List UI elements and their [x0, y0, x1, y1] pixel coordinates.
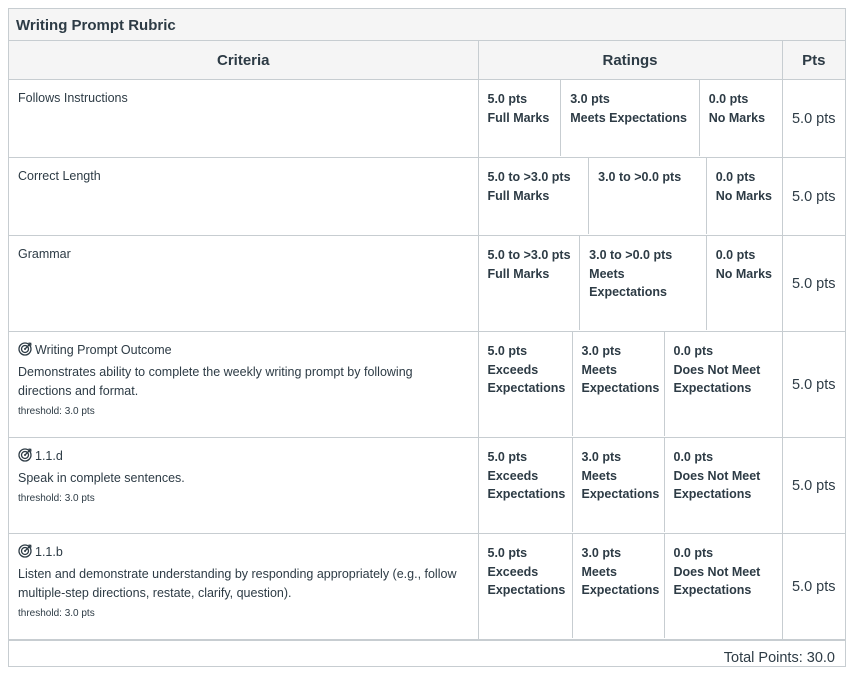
criterion-threshold: threshold: 3.0 pts	[18, 406, 95, 417]
rubric-table: Criteria Ratings Pts Follows Instruction…	[9, 41, 845, 640]
rating-points: 5.0 pts	[487, 450, 528, 464]
criterion-cell: Writing Prompt Outcome Demonstrates abili…	[9, 331, 479, 438]
ratings-header: Ratings	[477, 41, 783, 80]
criterion-row: Writing Prompt Outcome Demonstrates abili…	[9, 331, 845, 438]
rating-description: No Marks	[715, 266, 773, 281]
pts-header: Pts	[781, 41, 845, 80]
rating-points: 5.0 to >3.0 pts	[487, 170, 571, 184]
rating-description: Does Not Meet Expectations	[673, 564, 761, 598]
outcome-target-icon	[18, 544, 32, 564]
criterion-threshold: threshold: 3.0 pts	[18, 608, 95, 619]
rating-points: 0.0 pts	[673, 344, 714, 358]
rating-option[interactable]: 0.0 pts No Marks	[698, 80, 782, 156]
outcome-target-icon	[18, 342, 32, 362]
rating-description: Does Not Meet Expectations	[673, 468, 761, 502]
rating-description: Meets Expectations	[589, 266, 667, 300]
criterion-title: Writing Prompt Outcome	[35, 343, 172, 357]
rating-points: 0.0 pts	[673, 546, 714, 560]
criterion-row: 1.1.d Speak in complete sentences. thresho…	[9, 437, 845, 534]
rating-option[interactable]: 3.0 pts Meets Expectations	[571, 332, 664, 436]
rating-points: 0.0 pts	[673, 450, 714, 464]
rating-option[interactable]: 3.0 to >0.0 pts Meets Expectations	[579, 236, 706, 330]
rating-option[interactable]: 5.0 pts Full Marks	[479, 80, 561, 156]
rating-description: Full Marks	[487, 188, 550, 203]
criterion-threshold: threshold: 3.0 pts	[18, 493, 95, 504]
rating-points: 5.0 to >3.0 pts	[487, 248, 571, 262]
ratings-cell: 5.0 pts Exceeds Expectations 3.0 pts Meets …	[477, 437, 783, 534]
criterion-cell: Follows Instructions	[9, 79, 479, 158]
rating-points: 3.0 to >0.0 pts	[589, 248, 673, 262]
rating-option[interactable]: 5.0 to >3.0 pts Full Marks	[479, 236, 580, 330]
criterion-row: Follows Instructions 5.0 pts Full Marks 3.0…	[9, 79, 845, 158]
rating-points: 3.0 pts	[570, 92, 610, 106]
criterion-title: Follows Instructions	[18, 91, 128, 105]
criterion-cell: 1.1.d Speak in complete sentences. thresho…	[9, 437, 479, 534]
rating-option[interactable]: 0.0 pts No Marks	[705, 158, 782, 234]
rating-description: Exceeds Expectations	[487, 468, 566, 502]
rating-option[interactable]: 3.0 pts Meets Expectations	[571, 438, 664, 532]
rating-description: Meets Expectations	[581, 564, 660, 598]
criterion-description: Speak in complete sentences.	[18, 471, 185, 485]
rating-option[interactable]: 3.0 pts Meets Expectations	[560, 80, 699, 156]
rating-option[interactable]: 5.0 to >3.0 pts Full Marks	[479, 158, 589, 234]
rating-points: 0.0 pts	[715, 248, 756, 262]
ratings-cell: 5.0 pts Exceeds Expectations 3.0 pts Meets …	[477, 533, 783, 640]
rating-option[interactable]: 0.0 pts Does Not Meet Expectations	[663, 438, 782, 532]
rating-option[interactable]: 5.0 pts Exceeds Expectations	[479, 534, 572, 638]
criterion-cell: Grammar	[9, 235, 479, 332]
rating-points: 3.0 pts	[581, 450, 622, 464]
criterion-cell: Correct Length	[9, 157, 479, 236]
criterion-description: Listen and demonstrate understanding by …	[18, 567, 457, 600]
criterion-points: 5.0 pts	[781, 331, 845, 438]
rating-points: 0.0 pts	[708, 92, 749, 106]
criterion-title: 1.1.b	[35, 545, 63, 559]
rating-points: 0.0 pts	[715, 170, 756, 184]
rating-description: Exceeds Expectations	[487, 564, 566, 598]
criterion-points: 5.0 pts	[781, 235, 845, 332]
rating-option[interactable]: 3.0 pts Meets Expectations	[571, 534, 664, 638]
criterion-points: 5.0 pts	[781, 533, 845, 640]
rating-description: Meets Expectations	[581, 362, 660, 396]
criterion-points: 5.0 pts	[781, 79, 845, 158]
rubric-title: Writing Prompt Rubric	[9, 9, 845, 41]
rating-option[interactable]: 3.0 to >0.0 pts	[588, 158, 706, 234]
criterion-row: Correct Length 5.0 to >3.0 pts Full Marks 3…	[9, 157, 845, 236]
criteria-header: Criteria	[9, 41, 479, 80]
rating-option[interactable]: 5.0 pts Exceeds Expectations	[479, 438, 572, 532]
rating-description: Meets Expectations	[581, 468, 660, 502]
rating-points: 3.0 pts	[581, 546, 622, 560]
rating-option[interactable]: 0.0 pts No Marks	[705, 236, 782, 330]
rating-option[interactable]: 0.0 pts Does Not Meet Expectations	[663, 332, 782, 436]
criterion-title: 1.1.d	[35, 449, 63, 463]
rating-description: Full Marks	[487, 266, 550, 281]
rating-option[interactable]: 0.0 pts Does Not Meet Expectations	[663, 534, 782, 638]
rating-description: Full Marks	[487, 110, 550, 125]
rating-points: 5.0 pts	[487, 92, 528, 106]
outcome-target-icon	[18, 448, 32, 468]
rating-description: No Marks	[708, 110, 766, 125]
rating-points: 5.0 pts	[487, 344, 528, 358]
ratings-cell: 5.0 to >3.0 pts Full Marks 3.0 to >0.0 pts…	[477, 235, 783, 332]
criterion-title: Grammar	[18, 247, 71, 261]
rubric-panel: Writing Prompt Rubric Criteria Ratings P…	[8, 8, 846, 667]
rating-description: No Marks	[715, 188, 773, 203]
criterion-points: 5.0 pts	[781, 157, 845, 236]
rating-points: 3.0 pts	[581, 344, 622, 358]
rating-points: 5.0 pts	[487, 546, 528, 560]
rating-description: Does Not Meet Expectations	[673, 362, 761, 396]
ratings-cell: 5.0 pts Full Marks 3.0 pts Meets Expectatio…	[477, 79, 783, 158]
ratings-cell: 5.0 to >3.0 pts Full Marks 3.0 to >0.0 pts…	[477, 157, 783, 236]
rating-description: Meets Expectations	[570, 110, 687, 125]
criterion-points: 5.0 pts	[781, 437, 845, 534]
rating-option[interactable]: 5.0 pts Exceeds Expectations	[479, 332, 572, 436]
ratings-cell: 5.0 pts Exceeds Expectations 3.0 pts Meets …	[477, 331, 783, 438]
criterion-title: Correct Length	[18, 169, 101, 183]
criterion-row: Grammar 5.0 to >3.0 pts Full Marks 3.0 to >…	[9, 235, 845, 332]
total-points: Total Points: 30.0	[9, 640, 845, 676]
criterion-row: 1.1.b Listen and demonstrate understandin…	[9, 533, 845, 640]
rating-description: Exceeds Expectations	[487, 362, 566, 396]
criterion-description: Demonstrates ability to complete the wee…	[18, 365, 413, 398]
criterion-cell: 1.1.b Listen and demonstrate understandin…	[9, 533, 479, 640]
rating-points: 3.0 to >0.0 pts	[598, 170, 682, 184]
